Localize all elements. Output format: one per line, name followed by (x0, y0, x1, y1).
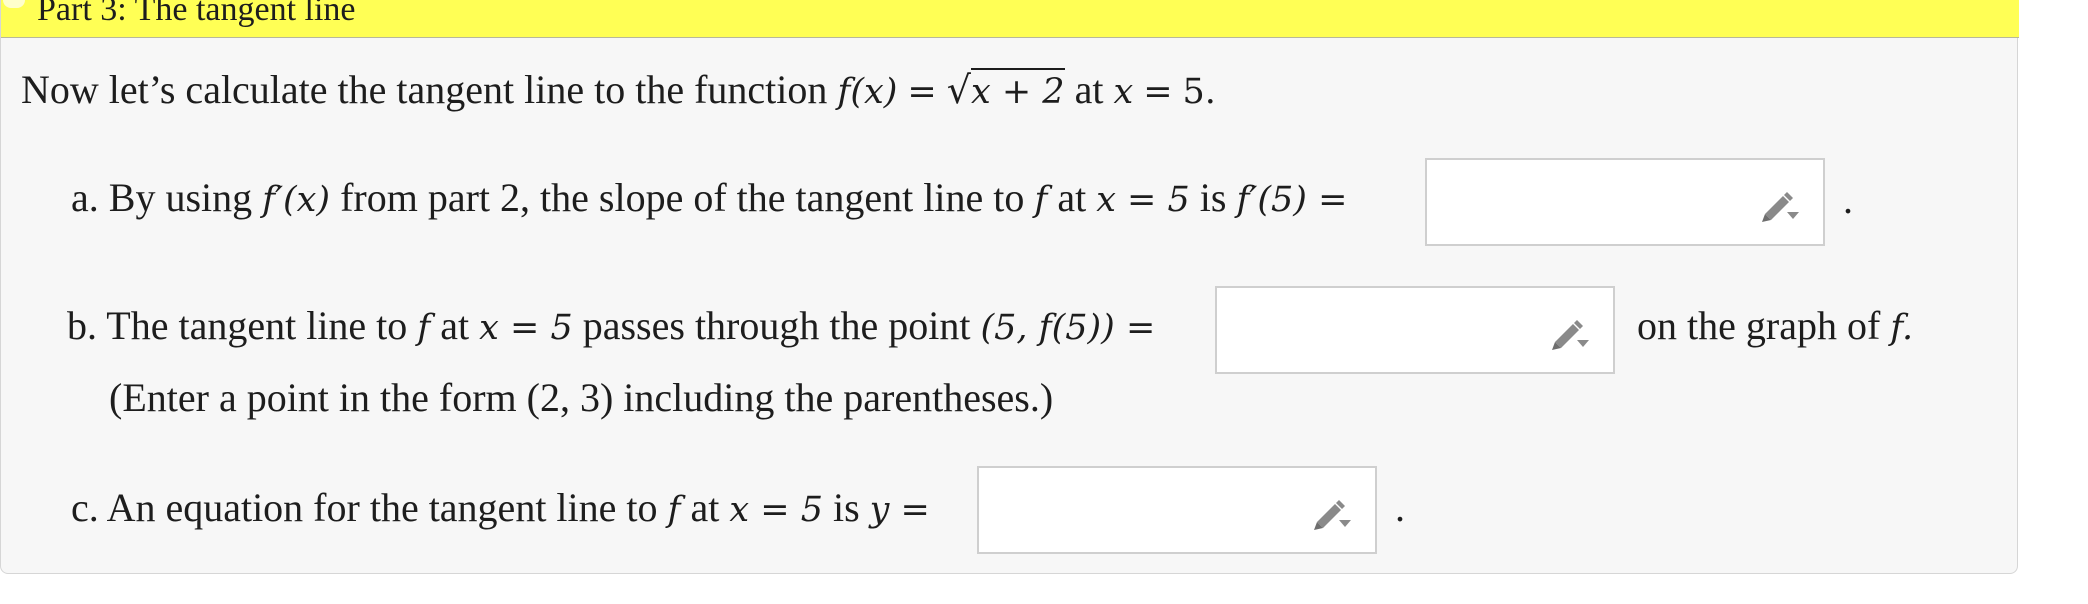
answer-input-b[interactable] (1227, 298, 1547, 364)
part-title: Part 3: The tangent line (37, 0, 356, 28)
intro-fx: f(x) (837, 72, 898, 112)
part-a-at: at (1057, 175, 1087, 220)
sqrt-body: x + 2 (970, 68, 1065, 112)
part-c-period: . (1395, 485, 1405, 530)
part-c-y-eq: y = (869, 490, 930, 530)
part-a-line: a. By using f′(x) from part 2, the slope… (71, 174, 1347, 224)
part-b-at: at (440, 303, 470, 348)
part-c-is: is (832, 485, 860, 530)
part-b-f: f (417, 308, 431, 348)
part-header[interactable]: Part 3: The tangent line (1, 0, 2019, 38)
part-a-fprime5: f′(5) = (1236, 180, 1348, 220)
pencil-icon[interactable] (1311, 496, 1353, 530)
part-a-fprime: f′(x) (262, 180, 331, 220)
part-a-text-2: from part 2, the slope of the tangent li… (340, 175, 1025, 220)
answer-box-b[interactable] (1215, 286, 1615, 374)
intro-at: at (1074, 67, 1104, 112)
part-b-after-text: on the graph of (1637, 303, 1881, 348)
pencil-icon[interactable] (1549, 316, 1591, 350)
part-b-point: (5, f(5)) = (980, 308, 1156, 348)
collapse-indicator[interactable] (3, 0, 25, 8)
part-b-text-1: The tangent line to (106, 303, 408, 348)
intro-equals: = (907, 72, 937, 112)
intro-equals-2: = (1143, 72, 1173, 112)
answer-box-a[interactable] (1425, 158, 1825, 246)
part-a-f: f (1034, 180, 1048, 220)
part-a-marker: a. (71, 175, 99, 220)
part-b-f-end: f. (1890, 308, 1914, 348)
answer-input-c[interactable] (989, 478, 1309, 544)
part-c-text-1: An equation for the tangent line to (106, 485, 658, 530)
answer-box-c[interactable] (977, 466, 1377, 554)
sqrt-expression: √x + 2 (946, 68, 1065, 112)
part-a-period: . (1843, 177, 1853, 222)
pencil-icon[interactable] (1759, 188, 1801, 222)
intro-x: x (1113, 72, 1134, 112)
part-b-line: b. The tangent line to f at x = 5 passes… (67, 302, 1155, 352)
part-c-at: at (690, 485, 720, 530)
problem-card: Part 3: The tangent line Now let’s calcu… (0, 0, 2019, 574)
intro-line: Now let’s calculate the tangent line to … (21, 66, 1216, 116)
part-b-text-2: passes through the point (582, 303, 971, 348)
part-a-is: is (1199, 175, 1227, 220)
answer-input-a[interactable] (1437, 170, 1757, 236)
part-a-x-eq: x = 5 (1096, 180, 1190, 220)
part-b-hint: (Enter a point in the form (2, 3) includ… (109, 375, 1054, 420)
part-a-text-1: By using (108, 175, 253, 220)
part-b-x-eq: x = 5 (479, 308, 573, 348)
part-c-f: f (667, 490, 681, 530)
part-b-marker: b. (67, 303, 97, 348)
part-b-after: on the graph of f. (1637, 302, 1913, 352)
part-c-line: c. An equation for the tangent line to f… (71, 484, 930, 534)
part-c-marker: c. (71, 485, 99, 530)
intro-value: 5. (1182, 72, 1216, 112)
part-c-x-eq: x = 5 (729, 490, 823, 530)
intro-text: Now let’s calculate the tangent line to … (21, 67, 828, 112)
